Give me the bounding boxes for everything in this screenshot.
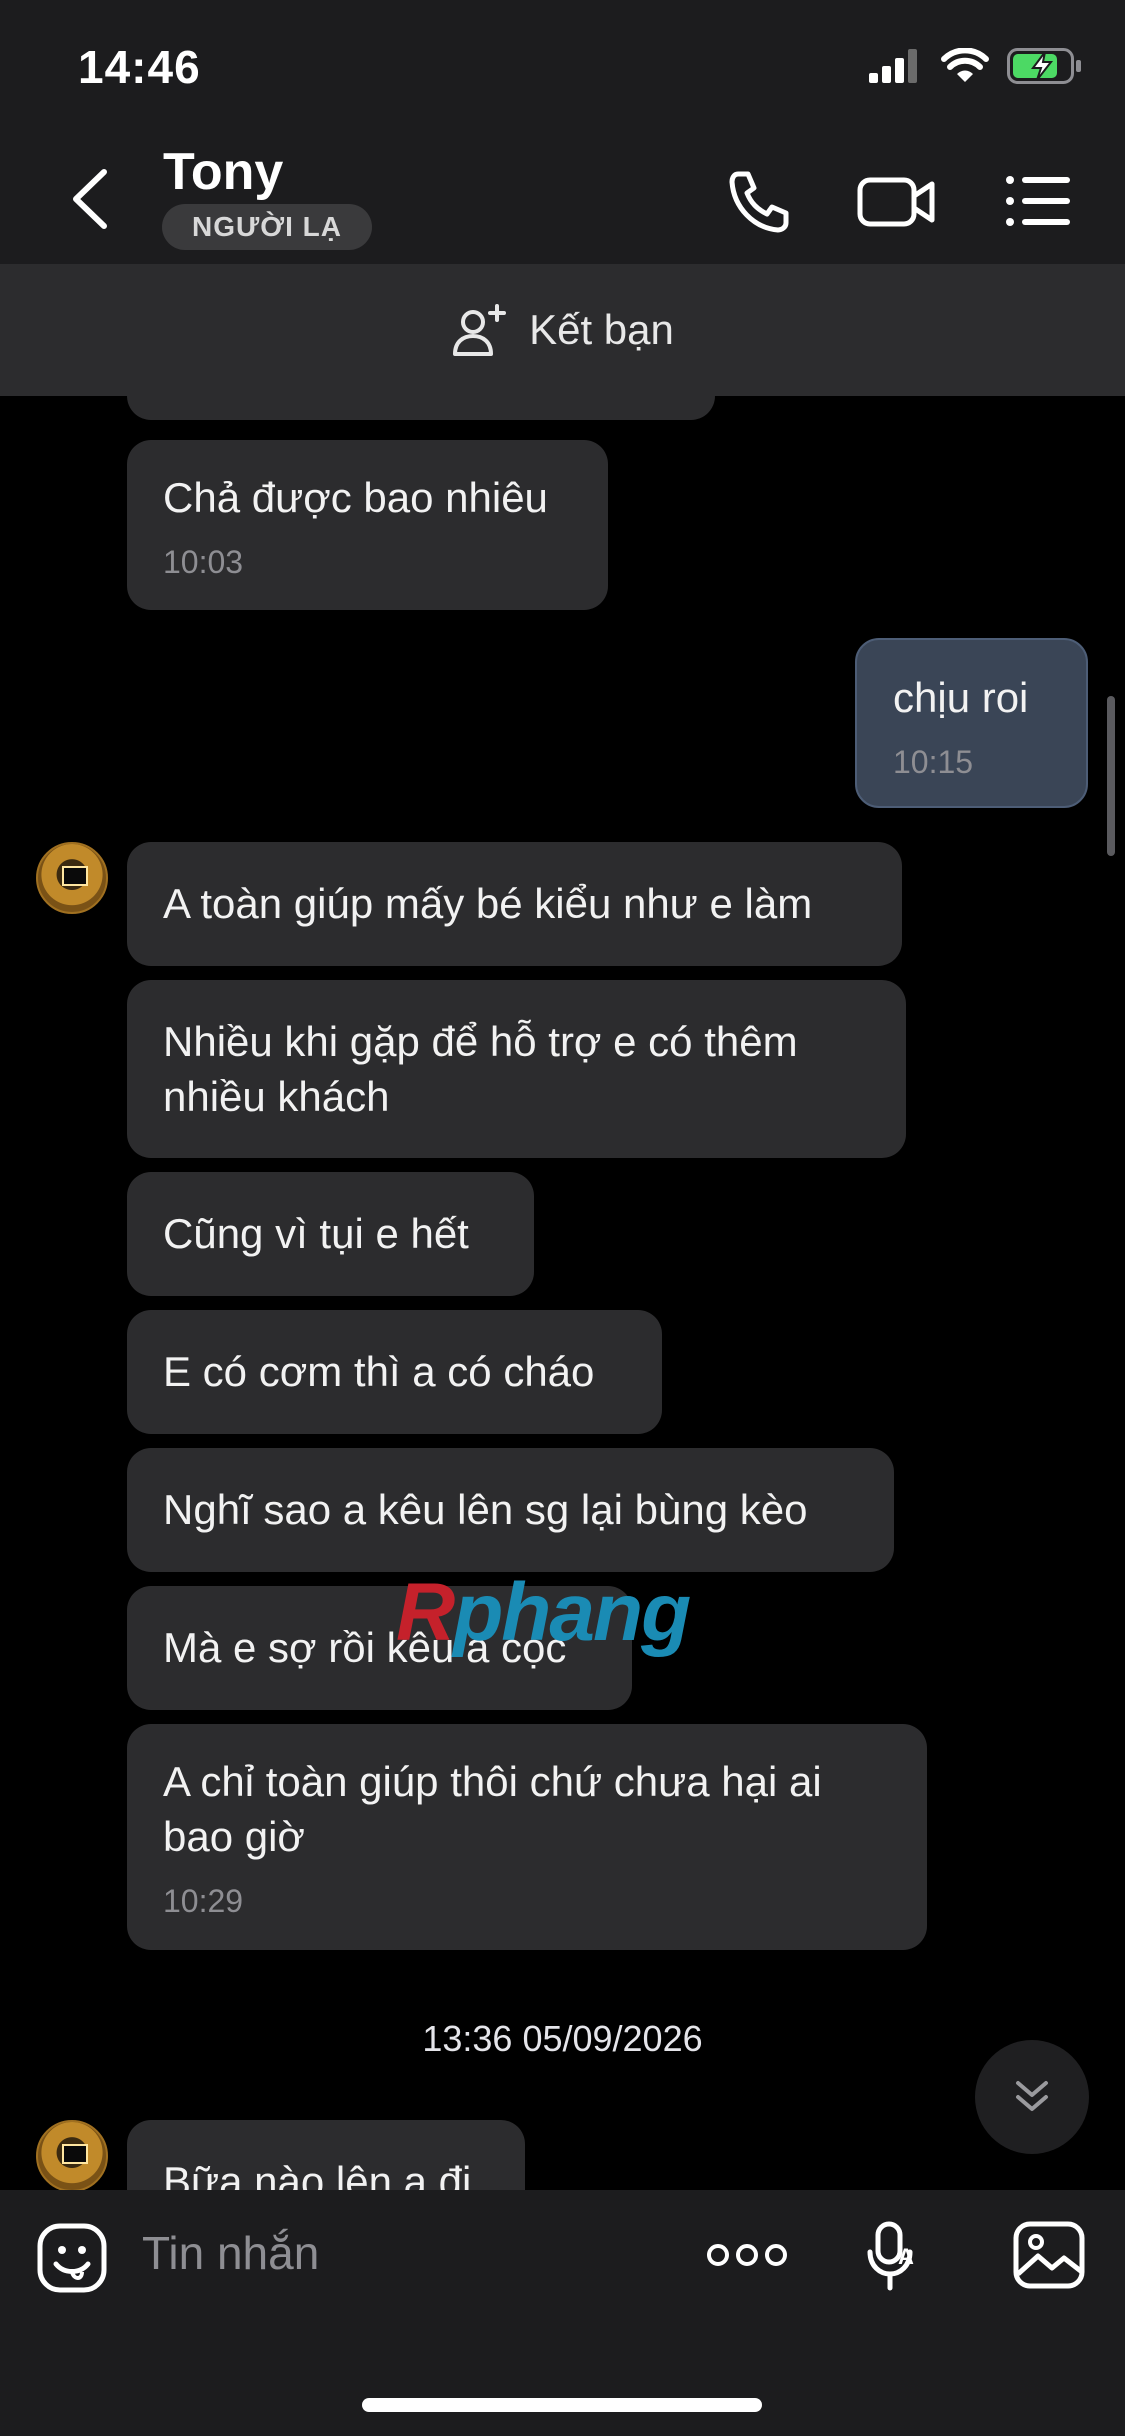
avatar[interactable]	[36, 842, 108, 914]
message-bubble[interactable]: Chả được bao nhiêu 10:03	[127, 440, 608, 610]
message-input[interactable]	[142, 2218, 662, 2288]
message-text: A chỉ toàn giúp thôi chứ chưa hại ai bao…	[163, 1758, 822, 1860]
date-separator: 13:36 05/09/2026	[422, 2018, 703, 2059]
message-bubble[interactable]: Cũng vì tụi e hết	[127, 1172, 534, 1296]
message-text: Cũng vì tụi e hết	[163, 1210, 469, 1257]
message-time: 10:29	[163, 1883, 244, 1919]
phone-icon[interactable]	[724, 168, 796, 234]
message-bubble[interactable]: Nghĩ sao a kêu lên sg lại bùng kèo	[127, 1448, 894, 1572]
message-text: Bữa nào lên a đi	[163, 2158, 472, 2190]
status-bar: 14:46	[0, 0, 1125, 132]
message-bubble[interactable]: A toàn giúp mấy bé kiểu như e làm	[127, 842, 902, 966]
scroll-to-bottom-button[interactable]	[975, 2040, 1089, 2154]
add-friend-button[interactable]: Kết bạn	[0, 264, 1125, 396]
image-gallery-icon[interactable]	[1012, 2220, 1086, 2290]
home-indicator[interactable]	[362, 2398, 762, 2412]
svg-text:A: A	[898, 2244, 914, 2269]
message-bubble[interactable]: Bữa nào lên a đi	[127, 2120, 525, 2190]
more-dots-icon[interactable]	[706, 2240, 788, 2270]
message-list[interactable]: Chả được bao nhiêu 10:03 chịu roi 10:15 …	[0, 396, 1125, 2190]
status-icons	[869, 48, 1083, 84]
message-text: chịu roi	[893, 674, 1029, 721]
message-bubble-own[interactable]: chịu roi 10:15	[855, 638, 1088, 808]
message-text: Chả được bao nhiêu	[163, 474, 548, 521]
list-menu-icon[interactable]	[1002, 168, 1074, 234]
message-bubble[interactable]: E có cơm thì a có cháo	[127, 1310, 662, 1434]
avatar[interactable]	[36, 2120, 108, 2190]
message-text: E có cơm thì a có cháo	[163, 1348, 595, 1395]
double-chevron-down-icon	[1016, 2081, 1048, 2111]
message-bubble[interactable]: Nhiều khi gặp để hỗ trợ e có thêm nhiều …	[127, 980, 906, 1158]
sticker-face-icon[interactable]	[36, 2222, 108, 2294]
status-time: 14:46	[78, 41, 201, 93]
watermark: Rphang	[396, 1567, 691, 1658]
stranger-badge: NGƯỜI LẠ	[162, 204, 372, 250]
message-bubble[interactable]: A chỉ toàn giúp thôi chứ chưa hại ai bao…	[127, 1724, 927, 1950]
video-camera-icon[interactable]	[856, 168, 938, 234]
message-time: 10:03	[163, 544, 244, 580]
add-friend-label: Kết bạn	[529, 306, 674, 353]
chevron-left-icon[interactable]	[60, 164, 120, 234]
battery-charging-icon	[1007, 48, 1081, 84]
message-text: Nhiều khi gặp để hỗ trợ e có thêm nhiều …	[163, 1018, 798, 1120]
add-user-icon	[453, 304, 507, 356]
message-text: Nghĩ sao a kêu lên sg lại bùng kèo	[163, 1486, 808, 1533]
message-time: 10:15	[893, 744, 974, 780]
message-bubble-partial[interactable]	[127, 396, 715, 420]
wifi-icon	[941, 48, 989, 82]
chat-header: Tony NGƯỜI LẠ	[0, 132, 1125, 264]
contact-name[interactable]: Tony	[163, 142, 283, 202]
cellular-signal-icon	[869, 49, 917, 83]
scrollbar[interactable]	[1107, 696, 1115, 856]
message-text: A toàn giúp mấy bé kiểu như e làm	[163, 880, 813, 927]
voice-to-text-icon[interactable]: A	[866, 2220, 918, 2292]
